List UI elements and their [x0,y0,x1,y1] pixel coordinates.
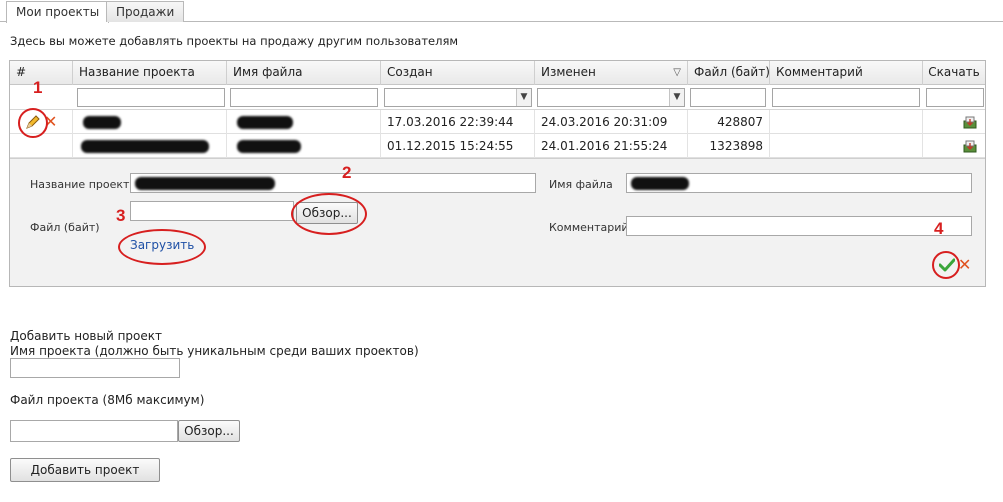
col-comment-header[interactable]: Комментарий [770,61,923,85]
add-project-button[interactable]: Добавить проект [10,458,160,482]
row-created: 17.03.2016 22:39:44 [381,110,535,134]
annotation-circle [932,251,960,279]
tab-my-projects[interactable]: Мои проекты [6,1,110,23]
row-project-name [73,134,227,158]
row-created: 01.12.2015 15:24:55 [381,134,535,158]
add-project-title: Добавить новый проект [10,329,162,343]
row-modified: 24.03.2016 20:31:09 [535,110,688,134]
add-project-browse-button[interactable]: Обзор... [178,420,240,442]
edit-file-name-label: Имя файла [549,178,613,191]
download-icon[interactable] [963,115,977,129]
row-download [923,110,985,134]
row-modified: 24.01.2016 21:55:24 [535,134,688,158]
tab-bar: Мои проекты Продажи [0,0,1003,23]
filter-size-input[interactable] [690,88,766,107]
annotation-circle [118,229,206,265]
row-actions [10,134,73,158]
col-modified-header[interactable]: Изменен ▽ [535,61,688,85]
intro-text: Здесь вы можете добавлять проекты на про… [10,34,459,48]
row-download [923,134,985,158]
col-file-size-header[interactable]: Файл (байт) [688,61,770,85]
col-file-name-header[interactable]: Имя файла [227,61,381,85]
filter-file-name-input[interactable] [230,88,378,107]
add-project-name-label: Имя проекта (должно быть уникальным сред… [10,344,419,358]
filter-comment-input[interactable] [772,88,920,107]
close-icon[interactable]: ✕ [958,257,971,273]
filter-modified-select[interactable]: ▼ [537,88,685,107]
edit-file-path-input[interactable] [130,201,294,221]
row-file-name [227,110,381,134]
edit-comment-input[interactable] [626,216,972,236]
annotation-number: 3 [116,206,126,225]
annotation-number: 1 [33,78,43,97]
col-modified-label: Изменен [541,65,596,79]
filter-created-select[interactable]: ▼ [384,88,532,107]
filter-project-name-input[interactable] [77,88,225,107]
table-row[interactable]: ✕ 17.03.2016 22:39:44 24.03.2016 20:31:0… [10,110,985,134]
add-project-file-input[interactable] [10,420,178,442]
col-created-header[interactable]: Создан [381,61,535,85]
annotation-circle [18,108,48,138]
edit-panel: Название проекта Имя файла Обзор... Файл… [10,158,985,286]
annotation-circle [291,193,367,235]
chevron-down-icon[interactable]: ▼ [669,89,684,106]
row-size: 428807 [688,110,770,134]
chevron-down-icon[interactable]: ▼ [516,89,531,106]
annotation-number: 4 [934,219,944,238]
row-comment [770,134,923,158]
edit-comment-label: Комментарий [549,221,629,234]
col-project-name-header[interactable]: Название проекта [73,61,227,85]
row-size: 1323898 [688,134,770,158]
add-project-file-label: Файл проекта (8Мб максимум) [10,393,205,407]
edit-file-size-label: Файл (байт) [30,221,100,234]
row-comment [770,110,923,134]
filter-row: ▼ ▼ [10,85,985,110]
tab-sales[interactable]: Продажи [106,1,185,22]
grid-header: # Название проекта Имя файла Создан Изме… [10,61,985,85]
table-row[interactable]: 01.12.2015 15:24:55 24.01.2016 21:55:24 … [10,134,985,158]
add-project-name-input[interactable] [10,358,180,378]
edit-project-name-label: Название проекта [30,178,137,191]
row-file-name [227,134,381,158]
col-download-header: Скачать [928,65,980,79]
sort-desc-icon: ▽ [673,67,681,78]
download-icon[interactable] [963,139,977,153]
row-project-name [73,110,227,134]
filter-download-input[interactable] [926,88,984,107]
edit-file-name-input[interactable] [626,173,972,193]
edit-project-name-input[interactable] [130,173,536,193]
annotation-number: 2 [342,163,352,182]
